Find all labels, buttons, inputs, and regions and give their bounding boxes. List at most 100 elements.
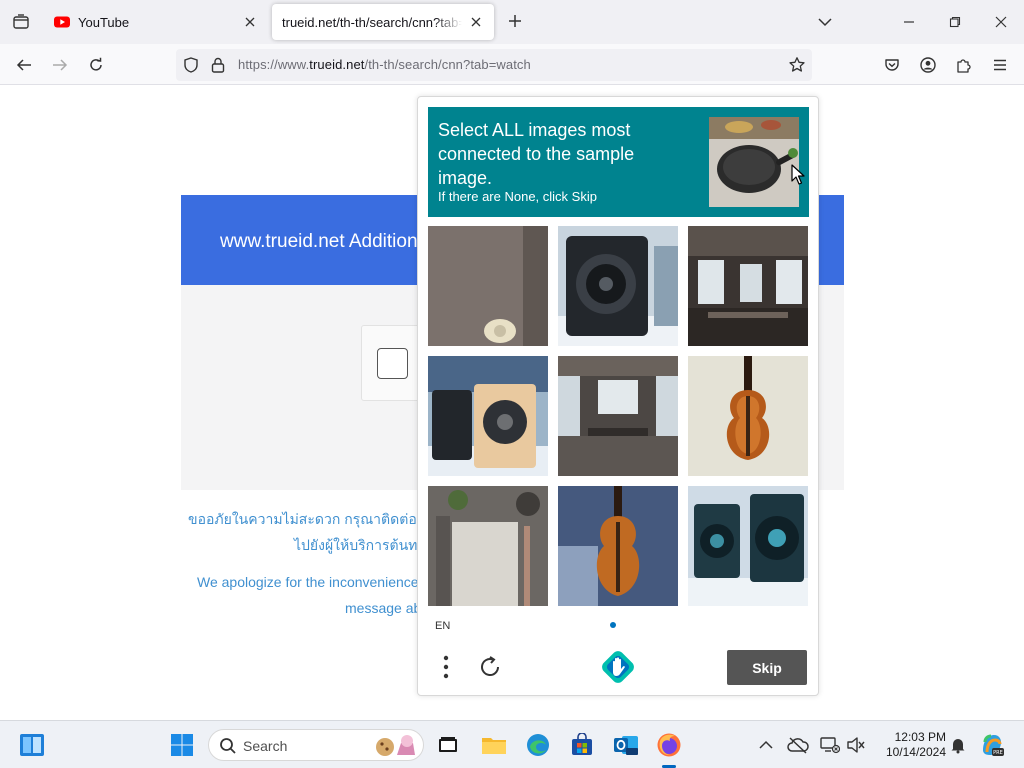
firefox-button[interactable] — [653, 729, 685, 761]
close-window-button[interactable] — [978, 0, 1024, 44]
store-icon — [572, 733, 592, 755]
prompt-instruction: Select ALL images most connected to the … — [438, 120, 635, 188]
volume-button[interactable] — [840, 729, 872, 761]
challenge-tile-cafeteria[interactable] — [558, 356, 678, 476]
copilot-icon: PRE — [983, 734, 1004, 756]
tab-title: YouTube — [78, 14, 130, 30]
minimize-button[interactable] — [886, 0, 932, 44]
reload-button[interactable] — [81, 50, 111, 80]
challenge-tile-speakers-pair[interactable] — [688, 486, 808, 606]
notification-bell-icon — [951, 739, 965, 754]
clock-time: 12:03 PM — [894, 730, 946, 744]
task-view-icon — [439, 737, 457, 752]
address-bar[interactable]: https://www.trueid.net/th-th/search/cnn?… — [176, 49, 812, 81]
new-tab-button[interactable] — [504, 10, 526, 32]
account-icon — [920, 57, 936, 73]
copilot-button[interactable]: PRE — [976, 729, 1008, 761]
tab-trueid[interactable]: trueid.net/th-th/search/cnn?tab=watch — [272, 4, 494, 40]
task-view-button[interactable] — [432, 729, 464, 761]
challenge-tile-notebook[interactable] — [428, 486, 548, 606]
bookmark-star-icon[interactable] — [788, 56, 806, 74]
tab-list-icon — [13, 14, 29, 29]
navigation-toolbar: https://www.trueid.net/th-th/search/cnn?… — [0, 44, 1024, 85]
tab-youtube[interactable]: YouTube — [44, 4, 268, 40]
challenge-image-grid — [428, 226, 809, 607]
notification-button[interactable] — [942, 729, 974, 761]
refresh-icon — [481, 656, 499, 676]
close-icon — [995, 16, 1007, 28]
search-placeholder: Search — [243, 738, 288, 754]
file-explorer-button[interactable] — [478, 729, 510, 761]
prompt-hint: If there are None, click Skip — [438, 189, 597, 204]
minimize-icon — [904, 21, 914, 23]
youtube-icon — [54, 16, 70, 28]
url-host: trueid.net — [309, 57, 365, 72]
challenge-tile-speaker[interactable] — [558, 226, 678, 346]
puzzle-icon — [957, 59, 971, 73]
account-button[interactable] — [913, 50, 943, 80]
plus-icon — [509, 15, 521, 27]
sample-image-skillet — [709, 117, 799, 207]
apology-thai-line-2: ไปยังผู้ให้บริการต้นทาง — [294, 537, 433, 553]
restore-icon — [949, 16, 961, 28]
pocket-icon — [885, 59, 899, 71]
challenge-tile-door-knob[interactable] — [428, 226, 548, 346]
hcaptcha-challenge: Select ALL images most connected to the … — [417, 96, 819, 696]
app-menu-button[interactable] — [985, 50, 1015, 80]
firefox-icon — [657, 733, 681, 757]
language-selector[interactable]: EN — [435, 620, 450, 632]
edge-button[interactable] — [522, 729, 554, 761]
kebab-menu-icon — [443, 655, 449, 679]
reload-icon — [90, 57, 102, 71]
close-tab-icon[interactable] — [242, 14, 258, 30]
pocket-button[interactable] — [877, 50, 907, 80]
url-path: /th-th/search/cnn?tab=watch — [364, 57, 531, 72]
search-icon — [220, 738, 236, 754]
taskbar-search-box[interactable]: Search — [208, 729, 424, 761]
lock-icon[interactable] — [210, 56, 226, 74]
challenge-page-indicator — [610, 622, 616, 628]
tab-title: trueid.net/th-th/search/cnn?tab=watch — [282, 14, 462, 30]
challenge-tile-speakers-snow[interactable] — [428, 356, 548, 476]
show-hidden-icons-button[interactable] — [750, 729, 782, 761]
outlook-icon — [614, 736, 638, 755]
captcha-checkbox[interactable] — [377, 348, 408, 379]
widgets-button[interactable] — [16, 729, 48, 761]
chevron-up-icon — [759, 740, 773, 749]
tab-overview-button[interactable] — [0, 0, 42, 44]
microsoft-store-button[interactable] — [566, 729, 598, 761]
challenge-tile-violin[interactable] — [688, 356, 808, 476]
back-arrow-icon — [16, 59, 31, 71]
tab-strip: YouTube trueid.net/th-th/search/cnn?tab=… — [0, 0, 1024, 44]
hamburger-menu-icon — [994, 59, 1006, 71]
widgets-icon — [20, 734, 44, 756]
forward-button[interactable] — [45, 50, 75, 80]
tracking-shield-icon[interactable] — [182, 56, 200, 74]
speaker-muted-icon — [847, 737, 865, 753]
url-prefix: https://www. — [238, 57, 310, 72]
onedrive-button[interactable] — [782, 729, 814, 761]
challenge-tile-restaurant-interior[interactable] — [688, 226, 808, 346]
system-clock[interactable]: 12:03 PM 10/14/2024 — [874, 730, 946, 760]
start-button[interactable] — [166, 729, 198, 761]
close-tab-icon[interactable] — [468, 14, 484, 30]
windows-logo-icon — [171, 734, 193, 756]
url-text[interactable]: https://www.trueid.net/th-th/search/cnn?… — [238, 57, 531, 72]
cloud-offline-icon — [787, 737, 809, 754]
challenge-menu-button[interactable] — [436, 653, 456, 681]
mouse-cursor-icon — [791, 164, 805, 185]
extensions-button[interactable] — [949, 50, 979, 80]
windows-taskbar: Search 12:03 PM 10/14/2024 PRE — [0, 720, 1024, 768]
outlook-button[interactable] — [610, 729, 642, 761]
chevron-down-icon — [818, 18, 832, 27]
network-icon — [820, 737, 840, 754]
list-all-tabs-button[interactable] — [802, 0, 848, 44]
back-button[interactable] — [9, 50, 39, 80]
challenge-tile-violin-painting[interactable] — [558, 486, 678, 606]
restore-button[interactable] — [932, 0, 978, 44]
refresh-challenge-button[interactable] — [476, 653, 504, 681]
skip-button[interactable]: Skip — [727, 650, 807, 685]
clock-date: 10/14/2024 — [885, 745, 946, 759]
edge-icon — [527, 734, 549, 756]
svg-text:PRE: PRE — [993, 750, 1003, 756]
